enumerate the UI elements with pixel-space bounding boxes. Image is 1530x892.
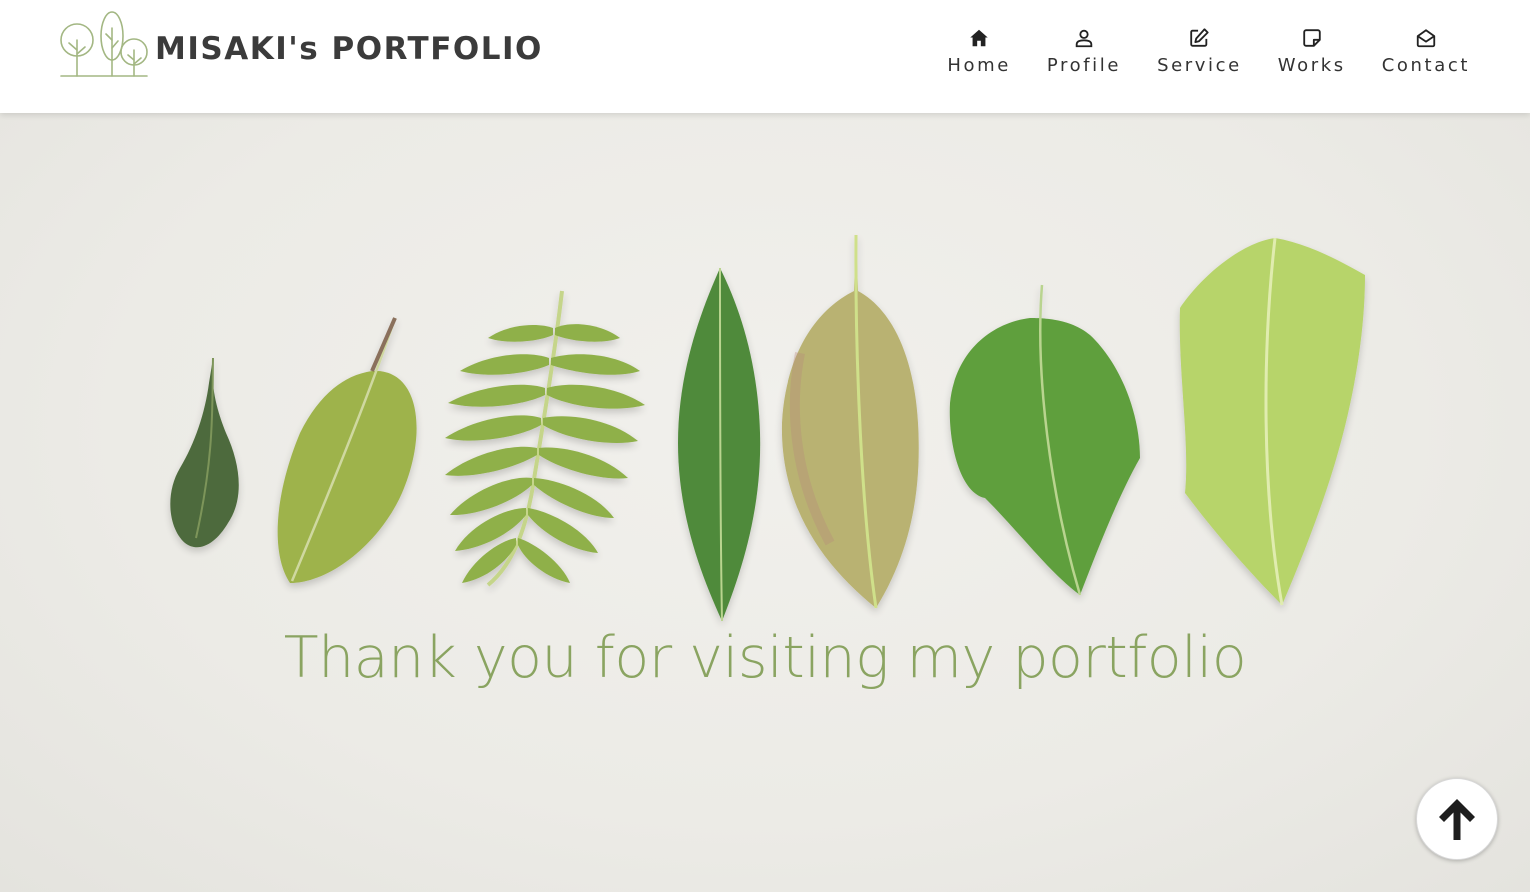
nav-item-contact[interactable]: Contact: [1364, 27, 1475, 76]
edit-icon: [1190, 28, 1210, 47]
scroll-to-top-button[interactable]: [1416, 778, 1498, 860]
page: MISAKI's PORTFOLIO Home Profile Service …: [0, 0, 1530, 892]
leaf-3: [445, 290, 645, 587]
nav-item-home[interactable]: Home: [929, 27, 1029, 76]
leaf-2: [277, 317, 417, 583]
nav-label-home: Home: [947, 55, 1011, 76]
nav-item-service[interactable]: Service: [1139, 27, 1260, 76]
envelope-open-icon: [1416, 29, 1436, 48]
logo-link[interactable]: MISAKI's PORTFOLIO: [57, 10, 543, 80]
nav-item-profile[interactable]: Profile: [1029, 27, 1139, 76]
leaf-5: [781, 234, 919, 609]
leaf-6: [949, 284, 1140, 596]
main-nav: Home Profile Service Works Contact: [929, 27, 1475, 76]
arrow-up-icon: [1439, 799, 1475, 840]
note-icon: [1303, 29, 1321, 47]
nav-label-service: Service: [1157, 55, 1242, 76]
leaf-1: [170, 357, 239, 548]
nav-item-works[interactable]: Works: [1260, 27, 1364, 76]
nav-label-contact: Contact: [1381, 55, 1470, 76]
leaf-7: [1179, 237, 1365, 606]
site-header: MISAKI's PORTFOLIO Home Profile Service …: [0, 0, 1530, 113]
trees-logo-icon: [60, 11, 148, 77]
nav-label-works: Works: [1277, 55, 1346, 76]
leaf-4: [678, 267, 761, 622]
user-icon: [1075, 29, 1093, 48]
thank-you-headline: Thank you for visiting my portfolio: [283, 625, 1247, 691]
home-icon: [970, 29, 988, 47]
leaves-image: [170, 234, 1365, 622]
nav-label-profile: Profile: [1046, 55, 1122, 76]
site-title: MISAKI's PORTFOLIO: [155, 31, 543, 67]
hero-section: Thank you for visiting my portfolio: [0, 113, 1530, 892]
